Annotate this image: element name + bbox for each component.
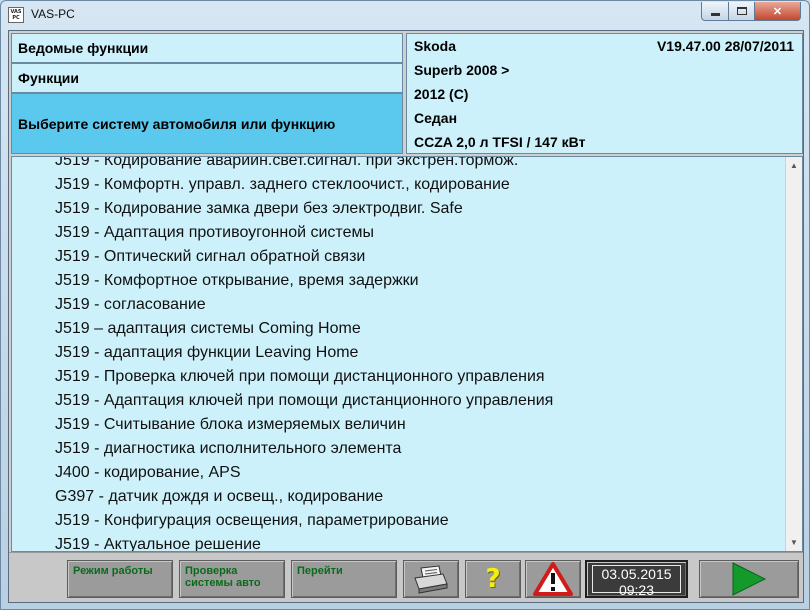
vehicle-engine: CCZA 2,0 л TFSI / 147 кВт bbox=[414, 134, 586, 150]
maximize-icon bbox=[736, 7, 747, 15]
function-list-item[interactable]: J519 - Считывание блока измеряемых велич… bbox=[12, 413, 787, 437]
printer-icon bbox=[414, 565, 448, 594]
function-list-item[interactable]: J519 - Оптический сигнал обратной связи bbox=[12, 245, 787, 269]
go-to-label: Перейти bbox=[297, 565, 343, 577]
vehicle-check-button[interactable]: Проверка системы авто bbox=[179, 560, 285, 598]
arrow-down-icon: ▼ bbox=[790, 538, 798, 547]
function-list: J519 - Кодирование аварийн.свет.сигнал. … bbox=[12, 157, 787, 551]
current-time: 09:23 bbox=[618, 582, 655, 598]
function-list-item[interactable]: J519 - Конфигурация освещения, параметри… bbox=[12, 509, 787, 533]
main-client-area: Ведомые функции Функции Выберите систему… bbox=[8, 30, 804, 603]
play-arrow-icon bbox=[732, 562, 767, 596]
function-list-item[interactable]: J519 - Адаптация противоугонной системы bbox=[12, 221, 787, 245]
function-list-item[interactable]: J519 - Кодирование аварийн.свет.сигнал. … bbox=[12, 157, 787, 173]
window-title: VAS-PC bbox=[31, 7, 75, 21]
function-list-item[interactable]: J519 - адаптация функции Leaving Home bbox=[12, 341, 787, 365]
date-time-frame: 03.05.2015 09:23 bbox=[592, 565, 681, 598]
current-date: 03.05.2015 bbox=[601, 566, 672, 582]
vehicle-check-label-line1: Проверка bbox=[185, 565, 238, 577]
vehicle-year: 2012 (C) bbox=[414, 86, 469, 102]
function-list-item[interactable]: J519 - согласование bbox=[12, 293, 787, 317]
function-list-item[interactable]: J519 - Комфортное открывание, время заде… bbox=[12, 269, 787, 293]
arrow-up-icon: ▲ bbox=[790, 161, 798, 170]
mode-title: Ведомые функции bbox=[11, 33, 403, 63]
vehicle-model: Superb 2008 > bbox=[414, 62, 510, 78]
function-list-item[interactable]: J519 - Комфортн. управл. заднего стеклоо… bbox=[12, 173, 787, 197]
operating-mode-label: Режим работы bbox=[73, 565, 153, 577]
function-list-panel: J519 - Кодирование аварийн.свет.сигнал. … bbox=[11, 156, 803, 552]
vertical-scrollbar[interactable]: ▲ ▼ bbox=[785, 157, 802, 551]
title-bar[interactable]: VAS PC VAS-PC ✕ bbox=[1, 1, 809, 29]
instruction-text: Выберите систему автомобиля или функцию bbox=[11, 93, 403, 154]
function-list-item[interactable]: J519 - Проверка ключей при помощи дистан… bbox=[12, 365, 787, 389]
go-to-button[interactable]: Перейти bbox=[291, 560, 397, 598]
submode-title: Функции bbox=[11, 63, 403, 93]
function-list-item[interactable]: J519 - Адаптация ключей при помощи диста… bbox=[12, 389, 787, 413]
maximize-button[interactable] bbox=[728, 2, 755, 21]
bottom-toolbar: Режим работы Проверка системы авто Перей… bbox=[9, 552, 803, 602]
app-logo-icon: VAS PC bbox=[8, 7, 24, 23]
vehicle-info-panel: Skoda V19.47.00 28/07/2011 Superb 2008 >… bbox=[406, 33, 803, 154]
vehicle-body: Седан bbox=[414, 110, 458, 126]
close-icon: ✕ bbox=[772, 5, 783, 18]
print-button[interactable] bbox=[403, 560, 459, 598]
vehicle-check-label-line2: системы авто bbox=[185, 577, 261, 589]
scroll-up-button[interactable]: ▲ bbox=[786, 157, 802, 174]
function-list-item[interactable]: J519 - Кодирование замка двери без элект… bbox=[12, 197, 787, 221]
scroll-down-button[interactable]: ▼ bbox=[786, 534, 802, 551]
help-button[interactable]: ? bbox=[465, 560, 521, 598]
software-version: V19.47.00 28/07/2011 bbox=[656, 38, 794, 54]
vehicle-make: Skoda bbox=[414, 38, 457, 54]
function-list-item[interactable]: G397 - датчик дождя и освещ., кодировани… bbox=[12, 485, 787, 509]
minimize-button[interactable] bbox=[701, 2, 729, 21]
app-window: VAS PC VAS-PC ✕ Ведомые функции Функции … bbox=[0, 0, 810, 610]
help-icon: ? bbox=[485, 564, 501, 594]
function-header: Ведомые функции Функции Выберите систему… bbox=[11, 33, 403, 154]
date-time-display: 03.05.2015 09:23 bbox=[585, 560, 688, 598]
function-list-item[interactable]: J519 – адаптация системы Coming Home bbox=[12, 317, 787, 341]
warning-icon bbox=[533, 562, 573, 596]
next-button[interactable] bbox=[699, 560, 799, 598]
function-list-item[interactable]: J400 - кодирование, APS bbox=[12, 461, 787, 485]
function-list-item[interactable]: J519 - Актуальное решение bbox=[12, 533, 787, 551]
operating-mode-button[interactable]: Режим работы bbox=[67, 560, 173, 598]
close-button[interactable]: ✕ bbox=[754, 2, 801, 21]
function-list-item[interactable]: J519 - диагностика исполнительного элеме… bbox=[12, 437, 787, 461]
minimize-icon bbox=[710, 12, 720, 16]
warning-button[interactable] bbox=[525, 560, 581, 598]
